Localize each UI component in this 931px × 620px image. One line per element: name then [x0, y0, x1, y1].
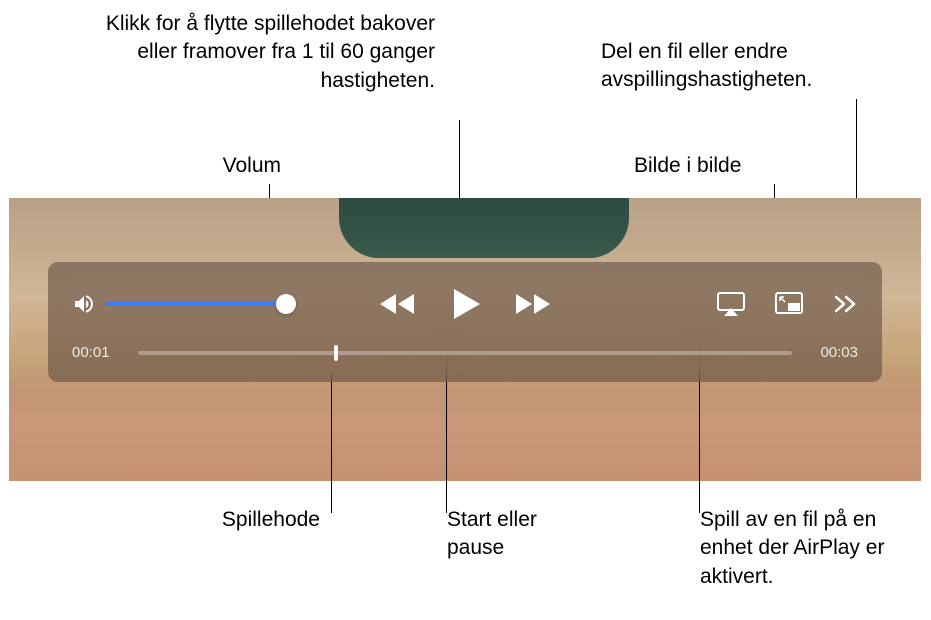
rewind-icon — [378, 290, 416, 318]
volume-thumb[interactable] — [276, 294, 296, 314]
airplay-icon — [716, 291, 746, 317]
rewind-button[interactable] — [378, 290, 416, 318]
callout-line — [331, 373, 332, 513]
callout-playpause: Start eller pause — [447, 506, 587, 563]
callout-airplay: Spill av en fil på en enhet der AirPlay … — [700, 506, 910, 591]
play-button[interactable] — [446, 285, 484, 323]
play-icon — [446, 285, 484, 323]
controls-row — [72, 278, 858, 330]
callout-pip: Bilde i bilde — [634, 152, 794, 180]
current-time-label: 00:01 — [72, 344, 122, 361]
volume-slider[interactable] — [106, 302, 286, 306]
timeline-scrubber[interactable] — [138, 351, 792, 355]
callout-line — [459, 120, 460, 198]
forward-button[interactable] — [514, 290, 552, 318]
timeline-row: 00:01 00:03 — [72, 344, 858, 361]
volume-group — [72, 292, 302, 316]
airplay-button[interactable] — [716, 291, 746, 317]
playhead[interactable] — [334, 345, 338, 361]
volume-icon — [72, 292, 96, 316]
callout-volume: Volum — [186, 152, 281, 180]
right-controls-group — [716, 291, 858, 317]
callout-share: Del en fil eller endre avspillingshastig… — [601, 38, 871, 95]
player-controls: 00:01 00:03 — [48, 262, 882, 382]
transport-group — [378, 285, 552, 323]
callout-scrub: Klikk for å flytte spillehodet bakover e… — [100, 10, 435, 95]
remaining-time-label: 00:03 — [808, 344, 858, 361]
chevrons-right-icon — [832, 293, 858, 315]
pip-button[interactable] — [774, 291, 804, 317]
volume-fill — [106, 302, 286, 306]
callout-playhead: Spillehode — [190, 506, 320, 534]
share-button[interactable] — [832, 293, 858, 315]
fast-forward-icon — [514, 290, 552, 318]
pip-icon — [774, 291, 804, 317]
